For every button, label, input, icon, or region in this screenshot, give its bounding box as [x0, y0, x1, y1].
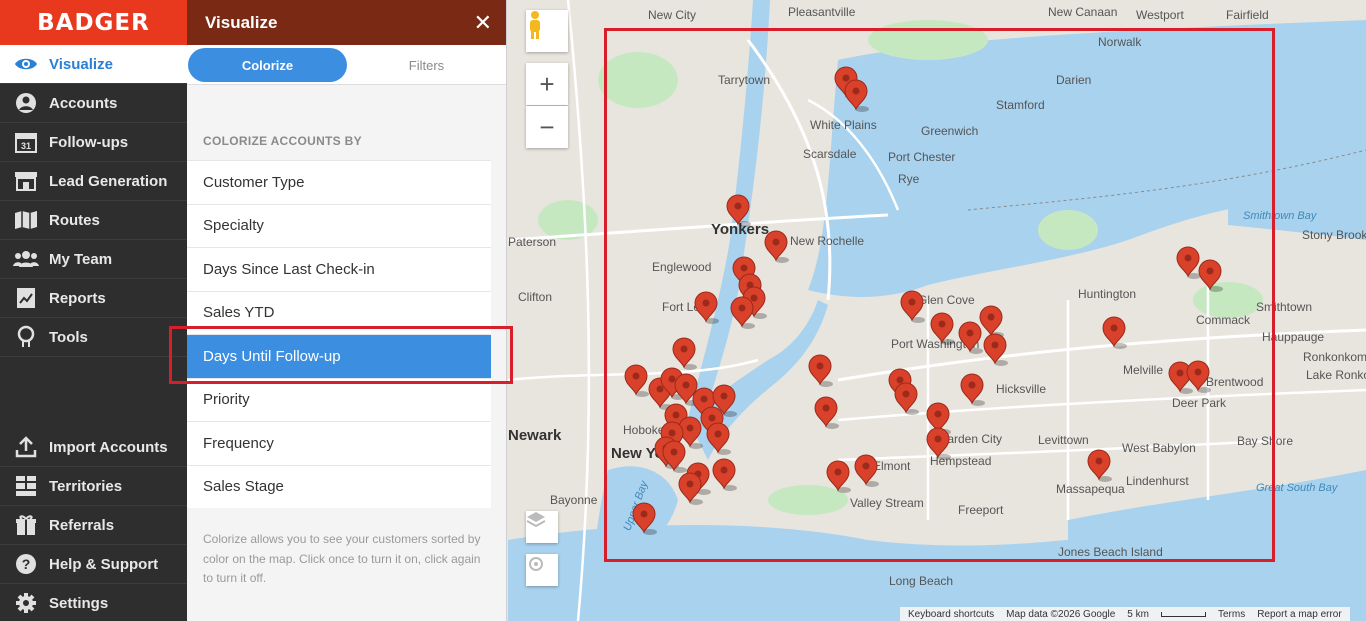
nav-item-label: Routes: [49, 211, 100, 229]
visualize-panel: Visualize ✕ Colorize Filters COLORIZE AC…: [187, 0, 691, 621]
svg-text:?: ?: [22, 556, 31, 572]
nav-item-label: Tools: [49, 328, 88, 346]
calendar-icon: 31: [13, 131, 39, 153]
highlight-followup-option: [169, 326, 513, 384]
close-icon[interactable]: ✕: [474, 11, 492, 34]
upload-icon: [13, 436, 39, 458]
nav-item-referrals[interactable]: Referrals: [0, 506, 187, 545]
panel-tabs: Colorize Filters: [187, 45, 506, 85]
territory-icon: [13, 475, 39, 497]
section-heading: COLORIZE ACCOUNTS BY: [203, 134, 362, 148]
help-text: Colorize allows you to see your customer…: [203, 532, 481, 585]
nav-item-import-accounts[interactable]: Import Accounts: [0, 428, 187, 467]
nav-item-label: Import Accounts: [49, 438, 168, 456]
nav-item-territories[interactable]: Territories: [0, 467, 187, 506]
panel-header: Visualize ✕: [187, 0, 506, 45]
layers-icon[interactable]: [526, 511, 558, 543]
nav-item-label: Lead Generation: [49, 172, 168, 190]
nav-item-visualize[interactable]: Visualize: [0, 45, 187, 84]
nav-item-label: Referrals: [49, 516, 115, 534]
map-attribution: Keyboard shortcuts Map data ©2026 Google…: [900, 607, 1350, 621]
nav-item-label: Reports: [49, 289, 106, 307]
street-view-pegman-icon[interactable]: [526, 10, 568, 52]
nav-item-tools[interactable]: Tools: [0, 318, 187, 357]
lightbulb-icon: [13, 325, 39, 348]
nav-item-label: Visualize: [49, 55, 113, 73]
nav-item-lead-generation[interactable]: Lead Generation: [0, 162, 187, 201]
map-data-credit: Map data ©2026 Google: [1006, 608, 1116, 620]
help-icon: ?: [13, 553, 39, 575]
gear-icon: [13, 592, 39, 614]
left-nav: BADGER Visualize Accounts 31 Follow-ups Lead…: [0, 0, 187, 621]
nav-item-label: Territories: [49, 477, 123, 495]
zoom-out-icon[interactable]: −: [526, 106, 568, 148]
tab-filters[interactable]: Filters: [347, 48, 506, 82]
zoom-in-icon[interactable]: +: [526, 63, 568, 105]
route-map-icon: [13, 209, 39, 231]
scale-bar: [1160, 611, 1206, 617]
colorize-option-frequency[interactable]: Frequency: [187, 421, 491, 465]
team-icon: [13, 248, 39, 270]
colorize-option-days-since-last-check-in[interactable]: Days Since Last Check-in: [187, 247, 491, 291]
nav-item-my-team[interactable]: My Team: [0, 240, 187, 279]
tab-colorize[interactable]: Colorize: [188, 48, 347, 82]
nav-item-accounts[interactable]: Accounts: [0, 84, 187, 123]
report-icon: [13, 287, 39, 309]
svg-text:31: 31: [21, 141, 31, 151]
colorize-option-sales-stage[interactable]: Sales Stage: [187, 464, 491, 508]
my-location-icon[interactable]: [526, 554, 558, 586]
nav-item-label: Follow-ups: [49, 133, 129, 151]
colorize-option-specialty[interactable]: Specialty: [187, 203, 491, 247]
keyboard-shortcuts-link[interactable]: Keyboard shortcuts: [908, 609, 994, 620]
report-map-error-link[interactable]: Report a map error: [1257, 609, 1341, 620]
highlight-map-area: [604, 28, 1275, 562]
panel-title: Visualize: [205, 12, 278, 32]
nav-item-label: Help & Support: [49, 555, 159, 573]
colorize-option-customer-type[interactable]: Customer Type: [187, 160, 491, 204]
nav-item-label: Settings: [49, 594, 109, 612]
eye-icon: [13, 53, 39, 75]
nav-top-list: Visualize Accounts 31 Follow-ups Lead Genera…: [0, 45, 187, 357]
nav-item-follow-ups[interactable]: 31 Follow-ups: [0, 123, 187, 162]
nav-item-reports[interactable]: Reports: [0, 279, 187, 318]
storefront-icon: [13, 170, 39, 192]
nav-bottom-list: Import Accounts Territories Referrals? Help…: [0, 428, 187, 621]
nav-item-label: Accounts: [49, 94, 118, 112]
scale-label: 5 km: [1127, 608, 1149, 620]
person-icon: [13, 92, 39, 114]
nav-item-settings[interactable]: Settings: [0, 584, 187, 621]
gift-icon: [13, 514, 39, 536]
colorize-option-priority[interactable]: Priority: [187, 377, 491, 421]
nav-item-label: My Team: [49, 250, 113, 268]
terms-link[interactable]: Terms: [1218, 609, 1245, 620]
badger-logo[interactable]: BADGER: [0, 0, 187, 45]
nav-item-routes[interactable]: Routes: [0, 201, 187, 240]
nav-item-help-support[interactable]: ? Help & Support: [0, 545, 187, 584]
